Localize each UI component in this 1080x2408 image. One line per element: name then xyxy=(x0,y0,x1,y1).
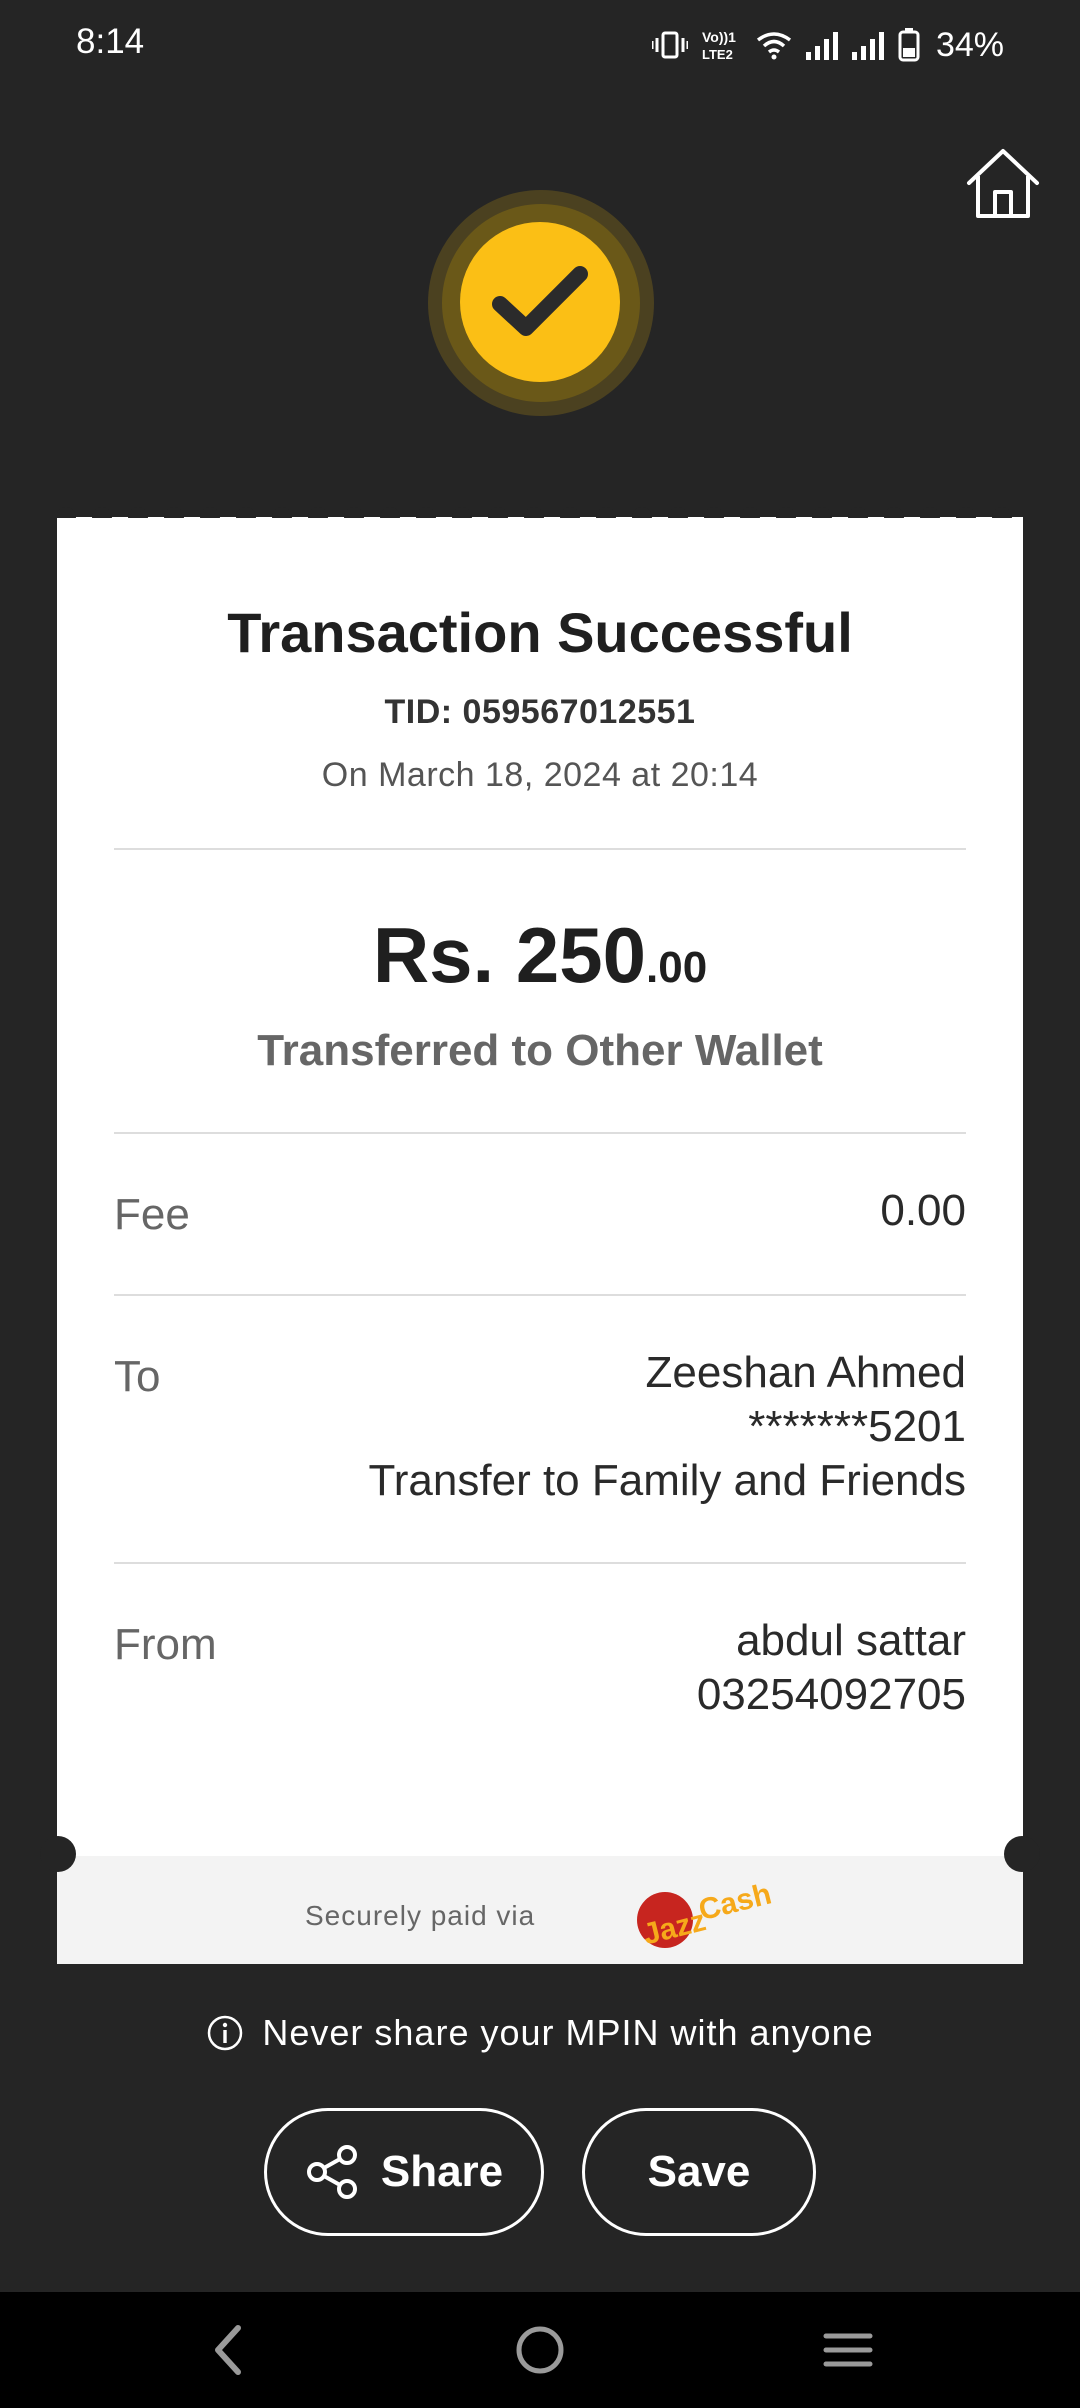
signal-icon xyxy=(805,32,838,60)
divider xyxy=(114,1562,966,1564)
amount-decimals: .00 xyxy=(646,943,708,992)
paid-via-band xyxy=(57,1856,1023,1964)
transaction-description: Transferred to Other Wallet xyxy=(257,1026,823,1075)
success-badge xyxy=(460,222,620,382)
check-icon xyxy=(492,266,588,336)
volte-icon: Vo))1 LTE2 xyxy=(702,29,736,62)
jazzcash-logo: Jazz Cash xyxy=(637,1878,775,1948)
svg-text:LTE2: LTE2 xyxy=(702,47,733,62)
wifi-icon xyxy=(756,32,791,60)
system-nav-bar xyxy=(0,2292,1080,2408)
nav-home-button[interactable] xyxy=(514,2320,566,2385)
home-icon xyxy=(967,149,1039,218)
info-icon xyxy=(208,2015,243,2051)
share-icon xyxy=(306,2145,357,2199)
from-label: From xyxy=(114,1620,217,1669)
transaction-date: On March 18, 2024 at 20:14 xyxy=(321,756,759,794)
divider xyxy=(114,1132,966,1134)
mpin-warning: Never share your MPIN with anyone xyxy=(0,2012,1080,2054)
recipient-name: Zeeshan Ahmed xyxy=(645,1348,966,1397)
from-details: abdul sattar 03254092705 xyxy=(697,1614,966,1722)
amount-main: Rs. 250 xyxy=(372,911,647,999)
fee-label: Fee xyxy=(114,1190,190,1239)
receipt-card: Transaction Successful TID: 059567012551… xyxy=(57,518,1023,1964)
divider xyxy=(114,848,966,850)
receipt-notch-right xyxy=(1004,1836,1040,1872)
menu-icon xyxy=(823,2333,873,2367)
home-button[interactable] xyxy=(964,146,1042,224)
recipient-account: *******5201 xyxy=(748,1402,966,1451)
transfer-purpose: Transfer to Family and Friends xyxy=(368,1456,966,1505)
divider xyxy=(114,1294,966,1296)
transaction-title: Transaction Successful xyxy=(227,601,853,664)
svg-text:Vo))1: Vo))1 xyxy=(702,29,736,45)
fee-value: 0.00 xyxy=(880,1186,966,1235)
mpin-warning-text: Never share your MPIN with anyone xyxy=(262,2012,874,2053)
home-circle-icon xyxy=(516,2326,564,2374)
to-label: To xyxy=(114,1352,161,1401)
receipt-notch-left xyxy=(40,1836,76,1872)
nav-back-button[interactable] xyxy=(206,2320,250,2385)
share-button[interactable]: Share xyxy=(264,2108,544,2236)
save-label: Save xyxy=(647,2147,751,2196)
status-time: 8:14 xyxy=(76,22,145,61)
battery-icon xyxy=(898,28,920,62)
save-button[interactable]: Save xyxy=(582,2108,816,2236)
nav-menu-button[interactable] xyxy=(822,2320,874,2385)
share-label: Share xyxy=(380,2147,504,2196)
status-icons: Vo))1 LTE2 34% xyxy=(651,22,1004,68)
transaction-amount: Rs. 250.00 xyxy=(57,910,1023,1001)
status-bar: 8:14 Vo))1 LTE2 34% xyxy=(0,0,1080,90)
sender-account: 03254092705 xyxy=(696,1670,966,1719)
paid-via-text: Securely paid via xyxy=(305,1900,536,1931)
signal-icon xyxy=(851,32,884,60)
battery-percent: 34% xyxy=(935,25,1004,64)
to-details: Zeeshan Ahmed *******5201 Transfer to Fa… xyxy=(369,1346,966,1508)
transaction-id: TID: 059567012551 xyxy=(384,693,696,731)
svg-text:Cash: Cash xyxy=(695,1878,774,1927)
back-icon xyxy=(215,2325,241,2375)
sender-name: abdul sattar xyxy=(736,1616,966,1665)
vibrate-icon xyxy=(651,31,688,59)
